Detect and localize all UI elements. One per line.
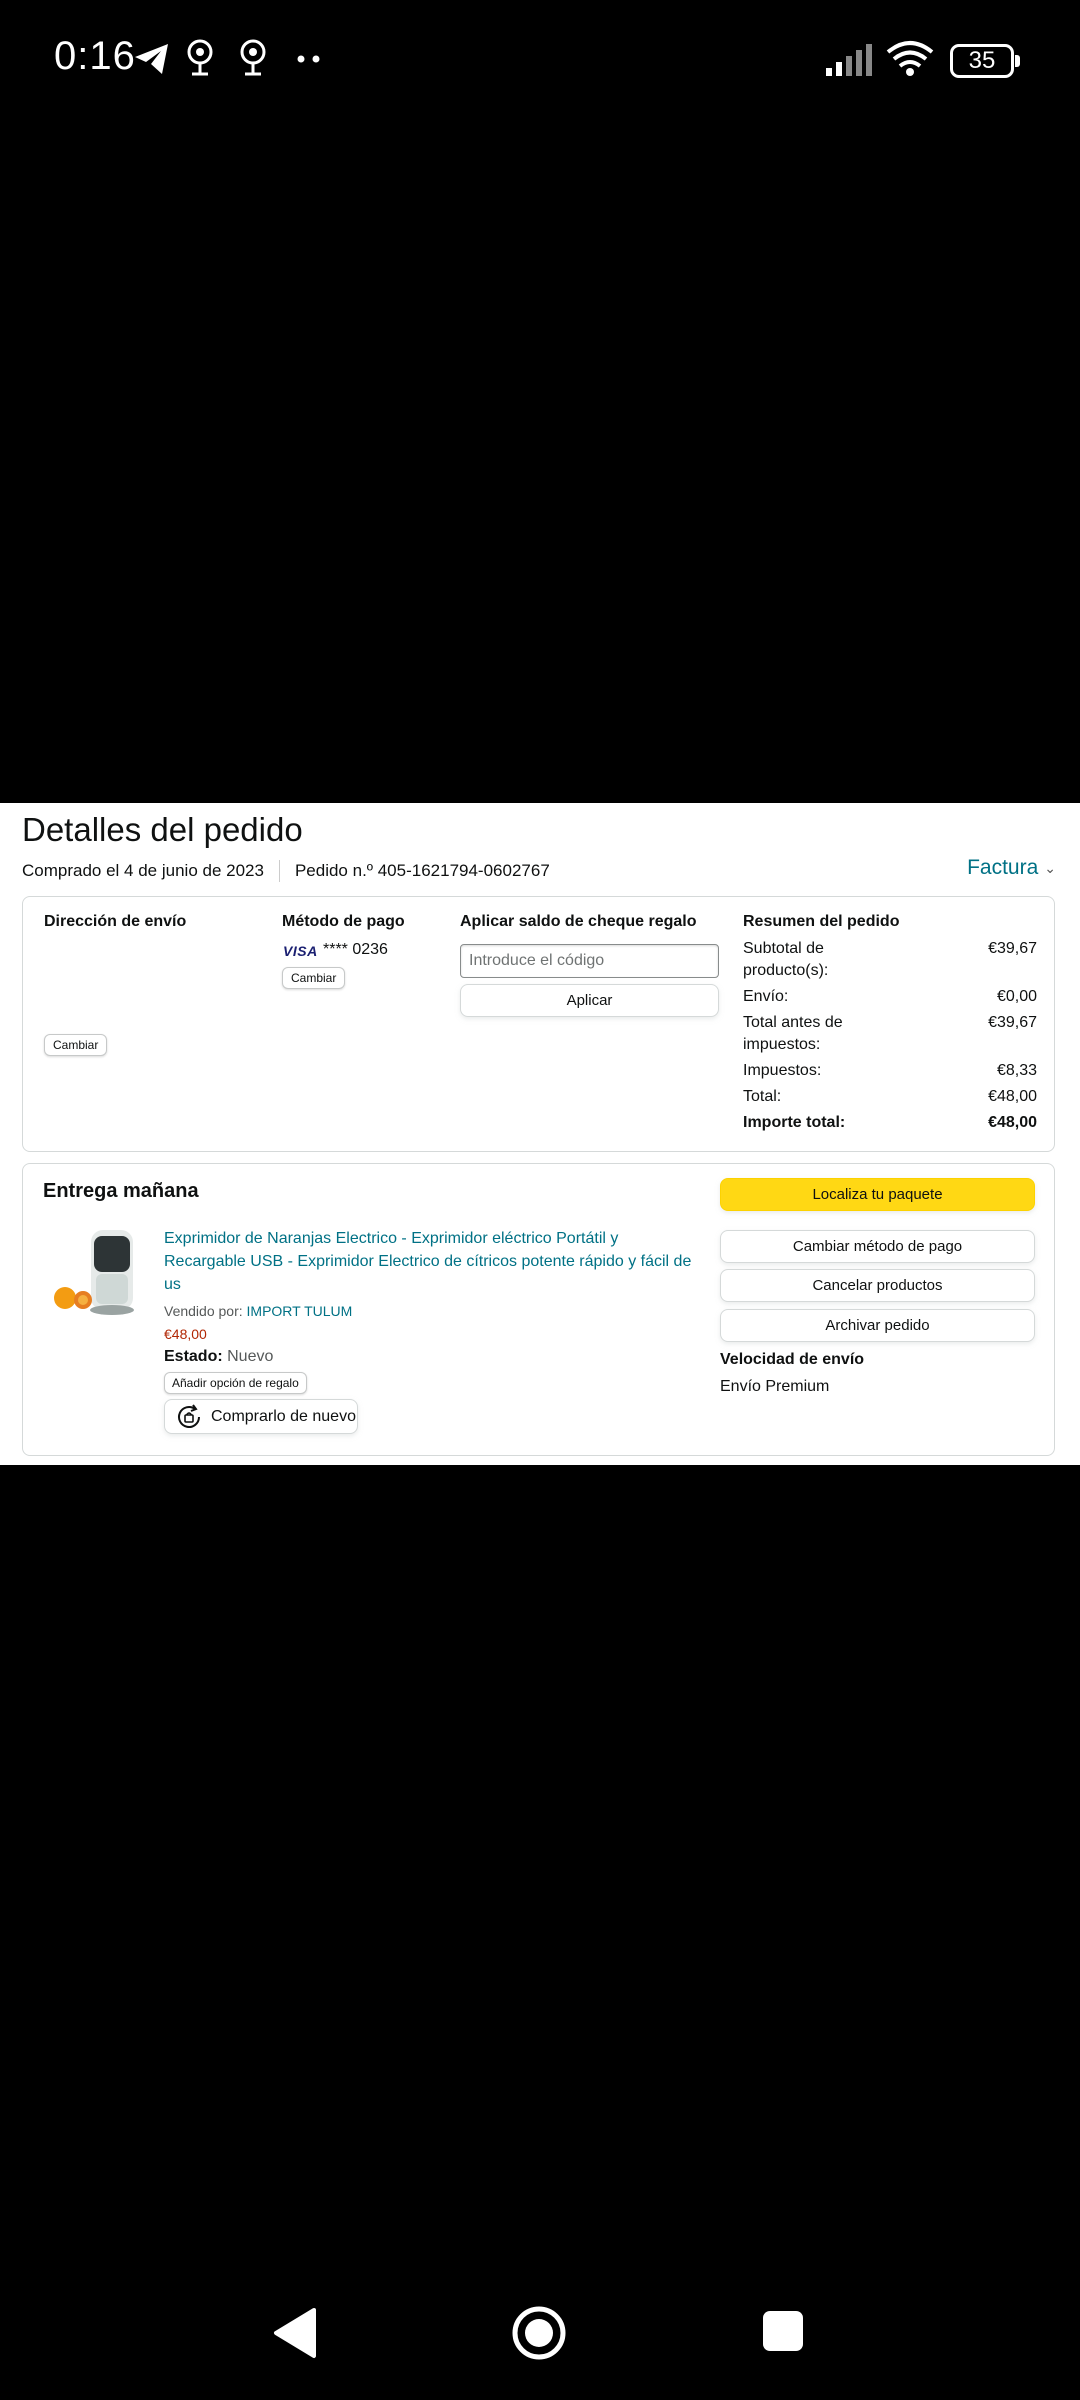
sold-by: Vendido por: IMPORT TULUM [164,1303,352,1319]
page-title: Detalles del pedido [22,811,303,848]
telegram-icon [135,44,168,74]
order-number: Pedido n.º 405-1621794-0602767 [294,861,550,880]
clock: 0:16 [54,34,136,78]
more-icon [297,55,320,63]
location-icon [187,39,213,76]
change-address-button[interactable]: Cambiar [44,1034,108,1056]
summary-label: Subtotal de producto(s): [743,940,829,979]
order-summary: Subtotal de producto(s): €39,67 Envío: €… [743,938,1037,1138]
summary-value: €39,67 [988,940,1037,957]
product-title-link[interactable]: Exprimidor de Naranjas Electrico - Expri… [164,1227,704,1296]
condition-label: Estado: [164,1348,223,1365]
summary-value: €0,00 [996,988,1037,1005]
invoice-label: Factura [967,856,1039,879]
summary-label: Importe total: [743,1114,846,1131]
archive-order-button[interactable]: Archivar pedido [720,1309,1035,1342]
order-details-page: Detalles del pedido Comprado el 4 de jun… [0,803,1080,1465]
gift-code-input[interactable] [460,944,719,978]
apply-gift-button[interactable]: Aplicar [460,984,719,1017]
delivery-card: Entrega mañana Exprimidor de Naranjas El… [22,1163,1055,1456]
location-icon [240,39,266,76]
summary-heading: Resumen del pedido [743,913,900,930]
recents-icon[interactable] [761,2309,805,2353]
product-price: €48,00 [164,1326,207,1342]
battery-icon: 35 [950,44,1020,78]
condition-value: Nuevo [227,1348,274,1365]
order-info-card: Dirección de envío Cambiar Método de pag… [22,896,1055,1152]
summary-label: Envío: [743,988,789,1005]
shipping-speed-heading: Velocidad de envío [720,1351,865,1368]
signal-icon [826,44,872,76]
product-image[interactable] [51,1224,141,1324]
wifi-icon [886,41,934,76]
status-bar: 0:16 35 [0,0,1080,120]
summary-label: Total antes de impuestos: [743,1014,843,1053]
buy-again-label: Comprarlo de nuevo [211,1407,356,1425]
shipping-heading: Dirección de envío [44,913,187,930]
shipping-speed-value: Envío Premium [720,1378,830,1395]
change-payment-method-button[interactable]: Cambiar método de pago [720,1230,1035,1263]
summary-value: €48,00 [988,1114,1037,1131]
order-meta: Comprado el 4 de junio de 2023 Pedido n.… [22,860,550,882]
summary-value: €48,00 [988,1088,1037,1105]
divider [278,860,280,882]
summary-row: Impuestos: €8,33 [743,1060,1037,1082]
payment-heading: Método de pago [282,913,405,930]
cancel-items-button[interactable]: Cancelar productos [720,1269,1035,1302]
purchase-date: Comprado el 4 de junio de 2023 [22,861,264,880]
track-package-button[interactable]: Localiza tu paquete [720,1178,1035,1211]
summary-row: Total antes de impuestos: €39,67 [743,1012,1037,1056]
summary-row: Subtotal de producto(s): €39,67 [743,938,1037,982]
summary-label: Total: [743,1088,782,1105]
sold-by-label: Vendido por: [164,1303,243,1319]
summary-row: Envío: €0,00 [743,986,1037,1008]
summary-row: Total: €48,00 [743,1086,1037,1108]
card-number: **** 0236 [323,941,388,958]
item-condition: Estado: Nuevo [164,1348,273,1366]
summary-value: €39,67 [988,1014,1037,1031]
buy-again-icon [178,1403,200,1428]
summary-label: Impuestos: [743,1062,822,1079]
chevron-down-icon: ⌄ [1044,859,1056,876]
buy-again-button[interactable]: Comprarlo de nuevo [164,1399,358,1434]
summary-value: €8,33 [996,1062,1037,1079]
gift-card-heading: Aplicar saldo de cheque regalo [460,913,697,930]
home-icon[interactable] [511,2305,567,2361]
back-icon[interactable] [272,2307,318,2359]
visa-icon: VISA [283,943,318,959]
delivery-heading: Entrega mañana [43,1180,199,1202]
summary-total-row: Importe total: €48,00 [743,1112,1037,1134]
add-gift-option-button[interactable]: Añadir opción de regalo [164,1372,307,1394]
navigation-bar [0,2290,1080,2380]
invoice-dropdown[interactable]: Factura ⌄ [967,856,1056,880]
seller-link[interactable]: IMPORT TULUM [247,1303,353,1319]
change-payment-button[interactable]: Cambiar [282,967,346,989]
